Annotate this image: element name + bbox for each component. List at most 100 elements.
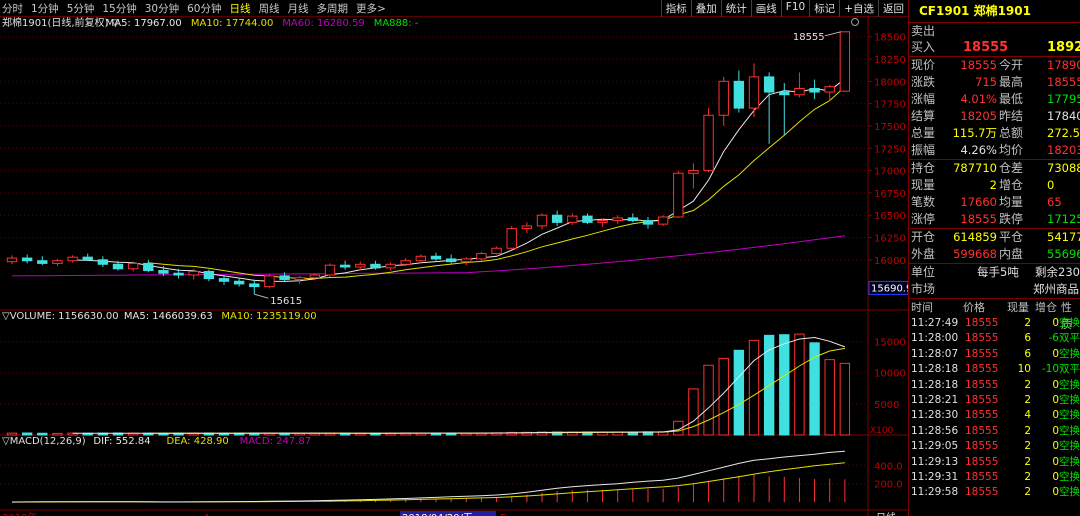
tick-cell: 11:29:58 [911,486,959,499]
tick-row[interactable]: 11:28:00 18555 6 -6 双平 [909,331,1080,346]
candle-body [324,264,336,276]
tick-row[interactable]: 11:29:58 18555 2 0 空换 [909,485,1080,500]
tick-cell: 11:29:31 [911,470,959,483]
candle-body [536,214,548,227]
position-row: 笔数 17660 均量 65 [909,194,1080,211]
candle-body [461,258,472,263]
candle-body [839,31,851,92]
price-tick-label: 18000 [874,77,906,88]
tick-cell: 18555 [965,393,999,406]
quote-label: 最低 [999,92,1024,106]
tick-row[interactable]: 11:28:18 18555 2 0 空换 [909,378,1080,393]
tick-cell: 2 [1024,424,1031,437]
action-button-5[interactable]: 标记 [809,0,839,17]
tick-cell: 18555 [965,317,999,329]
quote-value: 115.7万 [952,126,997,140]
price-tick-label: 17500 [874,122,906,133]
period-tab-3[interactable]: 15分钟 [102,1,136,16]
position-row: 涨停 18555 跌停 17125 [909,211,1080,228]
tick-row[interactable]: 11:28:21 18555 2 0 空换 [909,393,1080,408]
period-tab-1[interactable]: 1分钟 [31,1,59,16]
quote-row: 振幅 4.26% 均价 18203 [909,142,1080,159]
period-tab-10[interactable]: 更多> [356,1,386,16]
candle-body [491,247,502,255]
action-button-4[interactable]: F10 [780,0,809,17]
candle-body [673,172,684,218]
tick-row[interactable]: 11:29:13 18555 2 0 空换 [909,455,1080,470]
tick-cell: 空换 [1059,455,1080,468]
candle-body [642,220,654,225]
action-button-2[interactable]: 统计 [720,0,751,17]
tick-cell: 18555 [965,332,999,345]
candle-body [385,263,396,269]
volume-bar [748,339,760,436]
tick-cell: 18555 [965,455,999,468]
period-tab-9[interactable]: 多周期 [317,1,349,16]
low-marker-line [254,293,269,299]
main-legend-item: MA10: 17744.00 [191,18,273,29]
price-tick-label: 17750 [874,100,906,111]
candle-body [688,170,699,174]
market-value: 郑州商品 [1033,282,1079,296]
tick-cell: 0 [1052,347,1059,360]
tick-cell: 空换 [1059,393,1080,406]
action-button-3[interactable]: 画线 [750,0,781,17]
period-tab-4[interactable]: 30分钟 [145,1,179,16]
candle-body [824,86,835,93]
quote-row: 涨幅 4.01% 最低 17795 [909,91,1080,108]
quote-label: 结算 [911,109,936,123]
high-marker-line [824,31,841,37]
action-button-6[interactable]: +自选 [839,0,878,17]
action-button-0[interactable]: 指标 [660,0,691,17]
period-tab-5[interactable]: 60分钟 [187,1,221,16]
quote-label: 总额 [999,126,1024,140]
position-value: 17125 [1047,212,1080,226]
high-label: 18555 [793,32,825,43]
position-label: 笔数 [911,195,936,209]
ma60-line [11,235,845,277]
period-tab-8[interactable]: 月线 [288,1,309,16]
main-legend-item: MA888: - [374,18,419,29]
price-tick-label: 18250 [874,55,906,66]
action-button-7[interactable]: 返回 [878,0,908,17]
candle-body [127,262,139,270]
tick-cell: 0 [1052,424,1059,437]
candle-body [82,256,93,261]
candle-body [809,87,820,93]
tick-row[interactable]: 11:28:18 18555 10 -10 双平 [909,362,1080,377]
period-tab-6[interactable]: 日线 [230,1,251,16]
tick-row[interactable]: 11:28:56 18555 2 0 空换 [909,424,1080,439]
price-tick-label: 17250 [874,144,906,155]
tick-row[interactable]: 11:28:30 18555 4 0 空换 [909,408,1080,423]
tick-row[interactable]: 11:29:05 18555 2 0 空换 [909,439,1080,454]
period-tab-7[interactable]: 周线 [259,1,280,16]
tick-row[interactable]: 11:28:07 18555 6 0 空换 [909,347,1080,362]
candle-body [279,275,290,280]
quote-label: 均价 [999,143,1024,157]
period-tab-2[interactable]: 5分钟 [67,1,95,16]
quote-label: 最高 [999,75,1024,89]
tick-cell: 双平 [1059,363,1080,376]
tick-cell: 0 [1052,409,1059,422]
tick-cell: 18555 [965,409,999,422]
price-tick-label: 16750 [874,189,906,200]
quote-value: 272.5亿 [1047,126,1080,140]
ticks-header-cell: 增仓 [1035,301,1057,314]
volume-ma5-line [72,336,846,434]
buy-price: 18555 [963,40,1009,55]
quote-value: 18205 [960,109,997,123]
tick-cell: -10 [1041,363,1059,376]
ticks-list[interactable]: 11:27:49 18555 2 0 空换 11:28:00 18555 6 -6 双平 11:28… [909,316,1080,501]
action-button-1[interactable]: 叠加 [690,0,721,17]
price-tick-label: 17000 [874,167,906,178]
tick-cell: 11:28:56 [911,424,959,437]
sell-label: 卖出 [911,24,936,38]
quote-value: 18203 [1047,143,1080,157]
tick-cell: 18555 [965,363,999,376]
kline-chart[interactable]: 18500 18250 18000 17750 17500 17250 17000 16750… [0,16,908,516]
tick-row[interactable]: 11:29:31 18555 2 0 空换 [909,470,1080,485]
period-tab-0[interactable]: 分时 [2,1,23,16]
tick-row[interactable]: 11:27:49 18555 2 0 空换 [909,316,1080,331]
ticks-header: 时间 价格 现量 增仓 性质 [909,299,1080,331]
macd-tick-label: 400.0 [874,461,903,472]
